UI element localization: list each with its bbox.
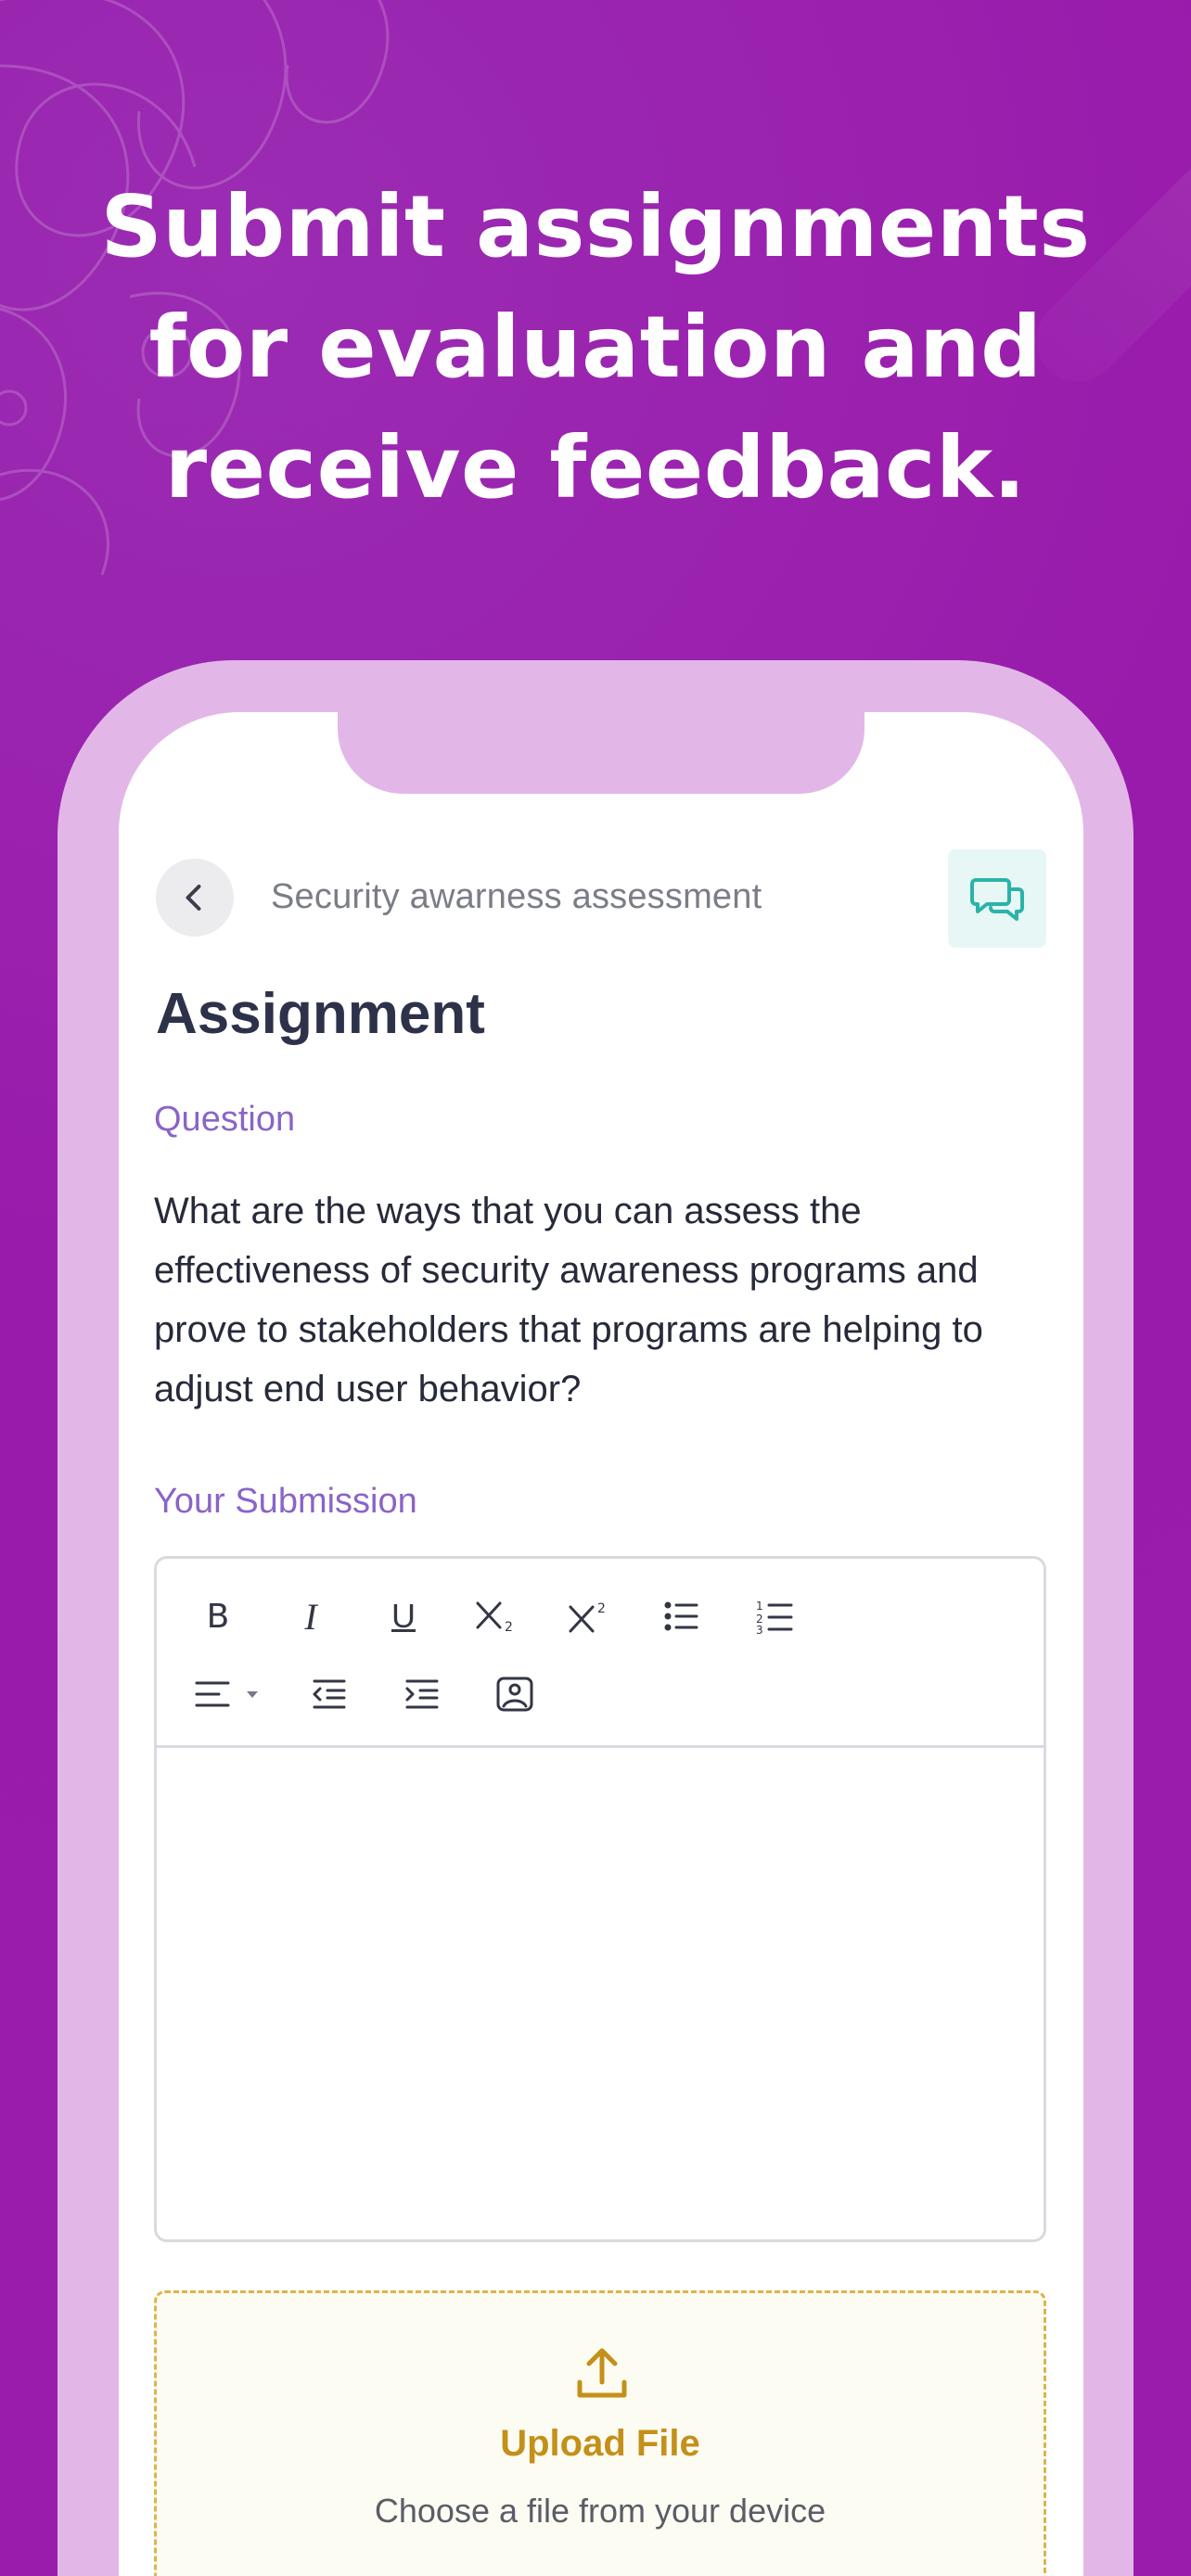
numbered-list-icon: 1 2 3 (756, 1600, 793, 1634)
svg-text:3: 3 (756, 1624, 763, 1634)
editor-toolbar: B I U 2 2 1 2 3 (157, 1559, 1044, 1748)
outdent-button[interactable] (301, 1666, 357, 1722)
italic-button[interactable]: I (283, 1588, 339, 1644)
bullet-list-button[interactable] (654, 1588, 710, 1644)
upload-title: Upload File (500, 2423, 700, 2464)
phone-screen: Security awarness assessment Assignment … (119, 712, 1083, 2576)
headline: Submit assignments for evaluation and re… (0, 167, 1191, 529)
subscript-button[interactable]: 2 (468, 1588, 524, 1644)
page-title: Assignment (156, 982, 485, 1046)
chat-button[interactable] (948, 849, 1046, 948)
submission-text-area[interactable] (157, 1751, 1044, 2239)
underline-button[interactable]: U (376, 1588, 431, 1644)
image-icon (496, 1677, 533, 1712)
bold-button[interactable]: B (190, 1588, 246, 1644)
italic-icon: I (304, 1595, 317, 1638)
subscript-icon: 2 (476, 1601, 513, 1635)
submission-label: Your Submission (154, 1482, 417, 1521)
upload-icon (577, 2348, 627, 2398)
headline-line-1: Submit assignments (100, 177, 1091, 276)
rich-text-editor: B I U 2 2 1 2 3 (154, 1556, 1046, 2242)
indent-icon (405, 1679, 439, 1709)
toolbar-row-2 (190, 1664, 580, 1724)
superscript-button[interactable]: 2 (561, 1588, 617, 1644)
svg-text:1: 1 (756, 1600, 763, 1613)
upload-subtitle: Choose a file from your device (374, 2492, 826, 2530)
question-label: Question (154, 1100, 296, 1139)
chat-bubbles-icon (970, 878, 1024, 921)
question-text: What are the ways that you can assess th… (154, 1191, 983, 1409)
indent-button[interactable] (394, 1666, 450, 1722)
chevron-left-icon (186, 885, 201, 911)
align-dropdown[interactable] (190, 1666, 274, 1722)
underline-icon: U (391, 1597, 416, 1635)
toolbar-row-1: B I U 2 2 1 2 3 (190, 1587, 839, 1646)
align-left-icon (195, 1681, 258, 1707)
upload-file-dropzone[interactable]: Upload File Choose a file from your devi… (154, 2290, 1046, 2576)
phone-notch (338, 712, 864, 794)
superscript-icon: 2 (569, 1601, 606, 1633)
bullet-list-icon (664, 1601, 698, 1631)
back-button[interactable] (156, 859, 234, 937)
svg-text:2: 2 (505, 1620, 513, 1635)
assessment-title: Security awarness assessment (271, 877, 762, 916)
headline-line-3: receive feedback. (164, 418, 1027, 517)
insert-image-button[interactable] (487, 1666, 543, 1722)
numbered-list-button[interactable]: 1 2 3 (747, 1588, 802, 1644)
top-bar: Security awarness assessment (156, 849, 1046, 948)
headline-line-2: for evaluation and (148, 298, 1043, 397)
svg-text:2: 2 (597, 1601, 606, 1616)
outdent-icon (313, 1679, 346, 1709)
bold-icon: B (206, 1597, 230, 1636)
